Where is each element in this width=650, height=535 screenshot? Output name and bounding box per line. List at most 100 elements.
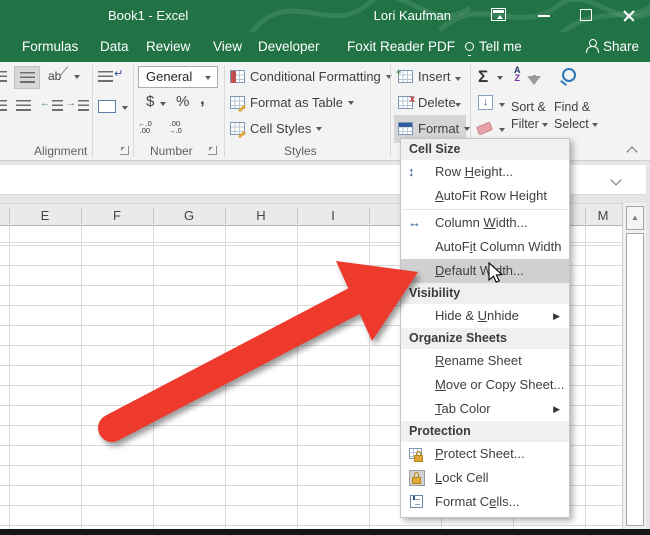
tab-foxit-reader-pdf[interactable]: Foxit Reader PDF bbox=[347, 39, 455, 54]
titlebar-flourish-decoration bbox=[0, 0, 650, 32]
clear-dropdown-arrow[interactable] bbox=[499, 128, 505, 132]
align-left-icon[interactable] bbox=[0, 100, 7, 111]
cell-styles-button[interactable]: Cell Styles bbox=[230, 121, 322, 136]
menu-section-organize-sheets: Organize Sheets bbox=[401, 328, 569, 349]
scrollbar-thumb[interactable] bbox=[626, 233, 644, 526]
decrease-decimal-button[interactable]: .00 →.0 bbox=[168, 120, 182, 134]
filter-funnel-icon bbox=[527, 76, 541, 85]
increase-decimal-button[interactable]: ←.0 .00 bbox=[138, 120, 152, 134]
menu-item-tab-color[interactable]: Tab Color ▶ bbox=[401, 397, 569, 421]
column-header-e[interactable]: E bbox=[9, 208, 81, 223]
alignment-dialog-launcher[interactable] bbox=[120, 146, 129, 155]
menu-item-column-width[interactable]: ↔ Column Width... bbox=[401, 211, 569, 235]
menu-item-format-cells[interactable]: Format Cells... bbox=[401, 490, 569, 514]
wrap-text-return-glyph: ↵ bbox=[114, 67, 123, 80]
alignment-group-label: Alignment bbox=[34, 144, 87, 158]
wrap-text-icon[interactable] bbox=[98, 71, 113, 82]
sort-filter-button[interactable]: Sort & Filter bbox=[511, 99, 548, 133]
menu-item-protect-sheet[interactable]: Protect Sheet... bbox=[401, 442, 569, 466]
format-dropdown-menu: Cell Size ↕ Row Height... AutoFit Row He… bbox=[400, 138, 570, 518]
delete-cells-button[interactable]: x Delete bbox=[398, 95, 456, 110]
number-dialog-launcher[interactable] bbox=[208, 146, 217, 155]
lightbulb-icon bbox=[465, 42, 474, 51]
insert-cells-icon: + bbox=[398, 70, 413, 83]
menu-section-visibility: Visibility bbox=[401, 283, 569, 304]
menu-item-autofit-column-width[interactable]: AutoFit Column Width bbox=[401, 235, 569, 259]
fill-button[interactable]: ↓ bbox=[478, 95, 493, 110]
menu-item-rename-sheet[interactable]: Rename Sheet bbox=[401, 349, 569, 373]
submenu-arrow-icon: ▶ bbox=[553, 304, 560, 328]
submenu-arrow-icon: ▶ bbox=[553, 397, 560, 421]
menu-item-default-width[interactable]: Default Width... bbox=[401, 259, 569, 283]
menu-item-hide-unhide[interactable]: Hide & Unhide ▶ bbox=[401, 304, 569, 328]
menu-item-row-height[interactable]: ↕ Row Height... bbox=[401, 160, 569, 184]
accounting-format-button[interactable]: $ bbox=[146, 93, 154, 110]
find-select-button[interactable]: Find & Select bbox=[554, 99, 598, 133]
excel-window: Book1 - Excel Lori Kaufman Formulas Data… bbox=[0, 0, 650, 535]
format-button[interactable]: Format bbox=[398, 121, 470, 136]
column-header-f[interactable]: F bbox=[81, 208, 153, 223]
decrease-indent-icon[interactable]: ← bbox=[40, 98, 50, 109]
accounting-dropdown-arrow[interactable] bbox=[160, 102, 166, 106]
maximize-button[interactable] bbox=[580, 9, 592, 21]
scroll-up-button[interactable]: ▲ bbox=[626, 206, 644, 230]
fill-dropdown-arrow[interactable] bbox=[499, 103, 505, 107]
format-as-table-button[interactable]: Format as Table bbox=[230, 95, 354, 110]
menu-item-lock-cell[interactable]: Lock Cell bbox=[401, 466, 569, 490]
close-button[interactable] bbox=[622, 9, 636, 23]
conditional-formatting-button[interactable]: Conditional Formatting bbox=[230, 69, 392, 84]
orientation-dropdown-arrow[interactable] bbox=[74, 75, 80, 79]
person-icon bbox=[586, 39, 598, 51]
find-select-magnifier-icon bbox=[560, 68, 576, 84]
delete-cells-icon: x bbox=[398, 96, 413, 109]
tab-developer[interactable]: Developer bbox=[258, 39, 320, 54]
column-header-h[interactable]: H bbox=[225, 208, 297, 223]
merge-center-icon[interactable] bbox=[98, 100, 116, 113]
tab-data[interactable]: Data bbox=[100, 39, 129, 54]
align-right-icon[interactable] bbox=[16, 100, 31, 111]
ribbon-display-options-icon[interactable] bbox=[491, 8, 506, 21]
vertical-scrollbar[interactable]: ▲ bbox=[622, 203, 646, 529]
tab-view[interactable]: View bbox=[213, 39, 242, 54]
cell-styles-icon bbox=[230, 122, 245, 135]
increase-indent-bars bbox=[78, 100, 89, 111]
tab-formulas[interactable]: Formulas bbox=[22, 39, 78, 54]
format-cells-icon bbox=[408, 494, 426, 510]
menu-item-move-or-copy-sheet[interactable]: Move or Copy Sheet... bbox=[401, 373, 569, 397]
column-header-i[interactable]: I bbox=[297, 208, 369, 223]
comma-style-button[interactable]: , bbox=[200, 89, 205, 109]
insert-cells-button[interactable]: + Insert bbox=[398, 69, 451, 84]
percent-style-button[interactable]: % bbox=[176, 93, 189, 110]
delete-dropdown-arrow[interactable] bbox=[455, 103, 461, 107]
title-bar: Book1 - Excel Lori Kaufman bbox=[0, 0, 650, 32]
autosum-dropdown-arrow[interactable] bbox=[497, 76, 503, 80]
decrease-indent-bars bbox=[52, 100, 63, 111]
menu-section-cell-size: Cell Size bbox=[401, 139, 569, 160]
conditional-formatting-icon bbox=[230, 70, 245, 83]
merge-center-dropdown-arrow[interactable] bbox=[122, 106, 128, 110]
row-height-icon: ↕ bbox=[408, 164, 426, 180]
middle-align-button-selected[interactable] bbox=[14, 66, 40, 89]
format-icon bbox=[398, 122, 413, 135]
insert-dropdown-arrow[interactable] bbox=[455, 77, 461, 81]
minimize-button[interactable] bbox=[538, 15, 550, 17]
tab-review[interactable]: Review bbox=[146, 39, 190, 54]
increase-indent-icon[interactable]: → bbox=[66, 98, 76, 109]
clear-button[interactable] bbox=[476, 122, 493, 136]
number-format-dropdown-arrow bbox=[205, 76, 211, 80]
styles-group-label: Styles bbox=[284, 144, 317, 158]
format-as-table-icon bbox=[230, 96, 245, 109]
align-top-icon[interactable] bbox=[0, 71, 7, 82]
lock-cell-icon bbox=[408, 470, 426, 486]
autosum-button[interactable]: Σ bbox=[478, 67, 488, 87]
ribbon-tab-bar: Formulas Data Review View Developer Foxi… bbox=[0, 32, 650, 62]
number-format-combo[interactable]: General bbox=[138, 66, 218, 88]
column-header-g[interactable]: G bbox=[153, 208, 225, 223]
collapse-ribbon-button[interactable] bbox=[626, 146, 637, 157]
protect-sheet-icon bbox=[408, 446, 426, 462]
orientation-slash-icon bbox=[59, 66, 75, 82]
share-button[interactable]: Share bbox=[586, 39, 639, 54]
menu-item-autofit-row-height[interactable]: AutoFit Row Height bbox=[401, 184, 569, 208]
number-group-label: Number bbox=[150, 144, 193, 158]
tell-me-box[interactable]: Tell me bbox=[465, 39, 522, 54]
